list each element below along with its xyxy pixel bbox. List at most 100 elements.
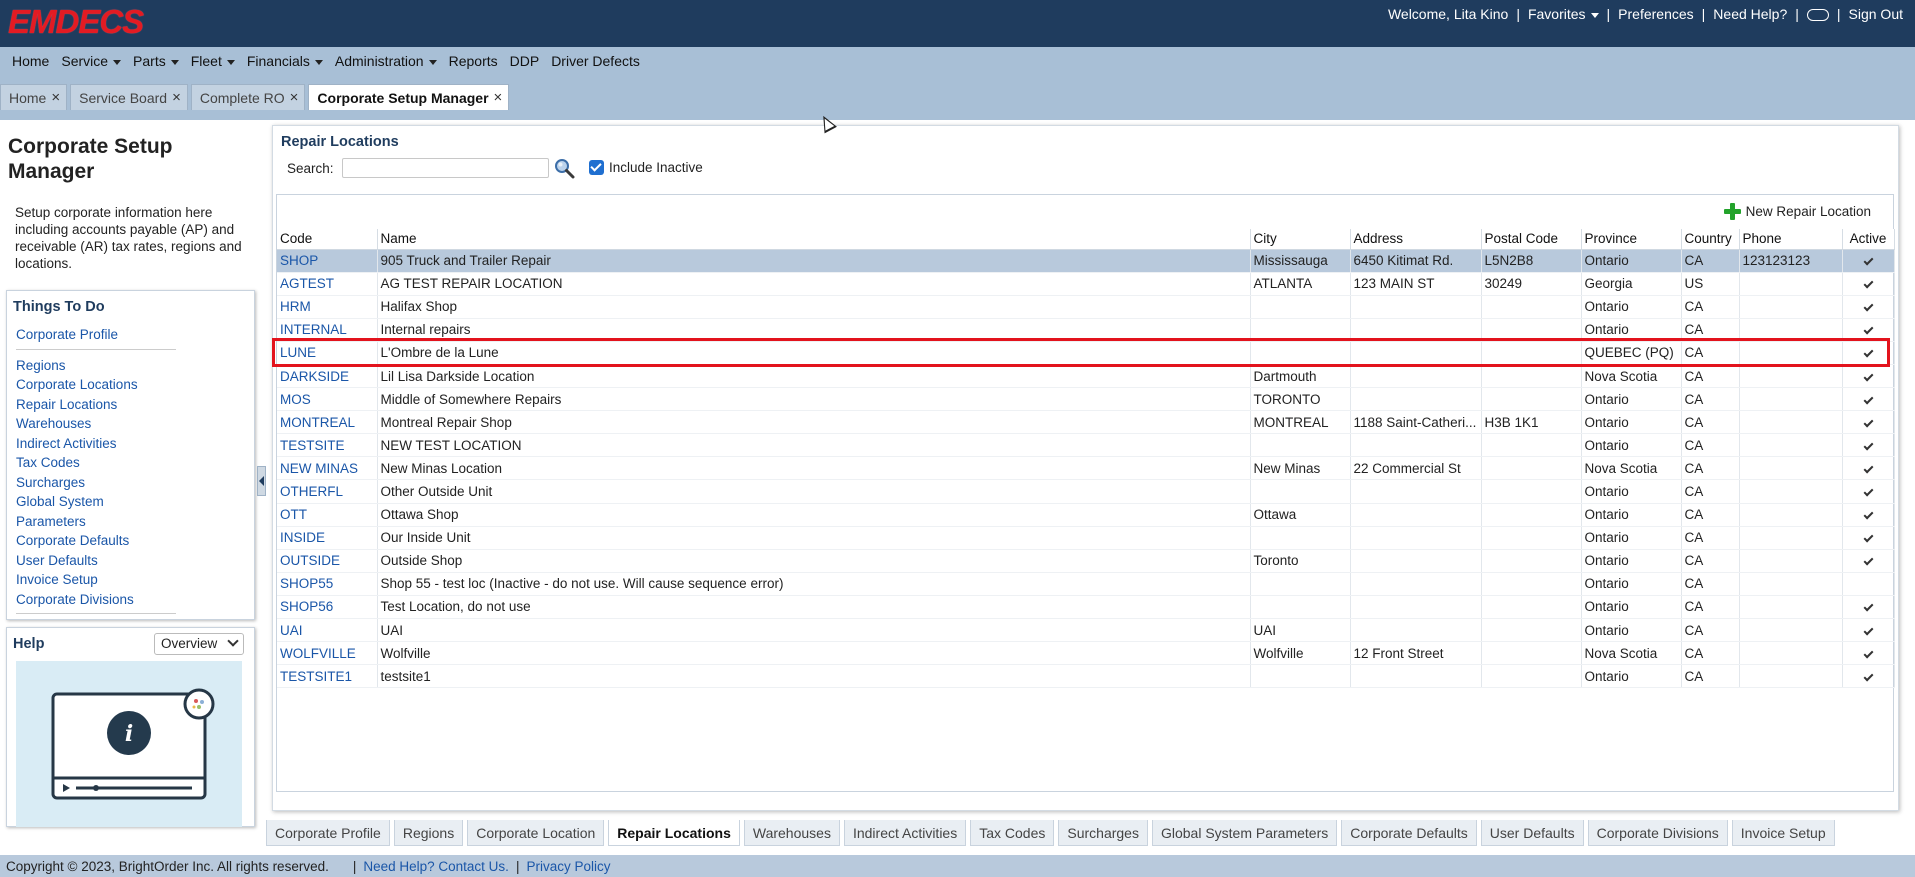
cell-code[interactable]: INTERNAL: [277, 318, 378, 342]
page-tab-complete-ro[interactable]: Complete RO ×: [190, 84, 306, 110]
todo-link[interactable]: Warehouses: [16, 414, 176, 434]
table-row[interactable]: INTERNAL Internal repairs Ontario CA: [277, 318, 1895, 342]
menu-driver-defects[interactable]: Driver Defects: [545, 53, 646, 69]
close-icon[interactable]: ×: [290, 89, 299, 106]
cell-code[interactable]: TESTSITE: [277, 433, 378, 458]
search-button[interactable]: [553, 157, 575, 179]
table-row[interactable]: WOLFVILLE Wolfville Wolfville 12 Front Stre…: [277, 641, 1895, 666]
preferences-link[interactable]: Preferences: [1612, 6, 1699, 22]
todo-link[interactable]: Repair Locations: [16, 395, 176, 415]
bottom-tab[interactable]: Invoice Setup: [1731, 820, 1835, 846]
column-header-phone[interactable]: Phone: [1739, 229, 1843, 250]
cell-code[interactable]: INSIDE: [277, 526, 378, 550]
cell-code[interactable]: DARKSIDE: [277, 364, 378, 389]
column-header-province[interactable]: Province: [1581, 229, 1682, 250]
close-icon[interactable]: ×: [172, 89, 181, 106]
table-row[interactable]: OTT Ottawa Shop Ottawa Ontario CA: [277, 503, 1895, 527]
cell-code[interactable]: WOLFVILLE: [277, 641, 378, 666]
table-row[interactable]: SHOP 905 Truck and Trailer Repair Mississa…: [277, 249, 1895, 273]
cell-code[interactable]: AGTEST: [277, 272, 378, 296]
menu-administration[interactable]: Administration: [329, 53, 443, 69]
column-header-postal-code[interactable]: Postal Code: [1481, 229, 1582, 250]
menu-home[interactable]: Home: [6, 53, 55, 69]
privacy-policy-link[interactable]: Privacy Policy: [526, 859, 610, 874]
page-tab-corporate-setup-manager[interactable]: Corporate Setup Manager ×: [308, 84, 510, 110]
table-row[interactable]: OTHERFL Other Outside Unit Ontario CA: [277, 479, 1895, 504]
table-row[interactable]: MONTREAL Montreal Repair Shop MONTREAL 1188…: [277, 410, 1895, 435]
sign-out-link[interactable]: Sign Out: [1843, 6, 1909, 22]
bottom-tab[interactable]: Corporate Profile: [266, 820, 390, 846]
cell-code[interactable]: MONTREAL: [277, 410, 378, 435]
todo-link[interactable]: Tax Codes: [16, 453, 176, 473]
menu-fleet[interactable]: Fleet: [185, 53, 241, 69]
emdecs-logo[interactable]: EMDECS: [8, 3, 144, 40]
table-row[interactable]: TESTSITE1 testsite1 Ontario CA: [277, 664, 1895, 689]
menu-service[interactable]: Service: [55, 53, 127, 69]
column-header-city[interactable]: City: [1250, 229, 1351, 250]
search-input[interactable]: [342, 158, 549, 178]
help-video-thumbnail[interactable]: i: [16, 661, 242, 827]
bottom-tab[interactable]: Corporate Location: [467, 820, 605, 846]
bottom-tab[interactable]: Warehouses: [743, 820, 840, 846]
cell-code[interactable]: SHOP56: [277, 595, 378, 620]
todo-link-corporate-profile[interactable]: Corporate Profile: [16, 325, 176, 345]
todo-link[interactable]: Corporate Divisions: [16, 590, 176, 610]
column-header-name[interactable]: Name: [377, 229, 1251, 250]
todo-link[interactable]: User Defaults: [16, 551, 176, 571]
bottom-tab[interactable]: Corporate Divisions: [1587, 820, 1728, 846]
todo-link[interactable]: Regions: [16, 356, 176, 376]
table-row[interactable]: UAI UAI UAI Ontario CA: [277, 618, 1895, 643]
table-row[interactable]: LUNE L'Ombre de la Lune QUEBEC (PQ) CA: [277, 341, 1895, 365]
table-row[interactable]: INSIDE Our Inside Unit Ontario CA: [277, 526, 1895, 550]
todo-link[interactable]: Invoice Setup: [16, 570, 176, 590]
table-row[interactable]: SHOP55 Shop 55 - test loc (Inactive - do …: [277, 572, 1895, 596]
table-row[interactable]: NEW MINAS New Minas Location New Minas 22 C…: [277, 456, 1895, 481]
collapse-panel-handle[interactable]: [257, 466, 266, 496]
new-repair-location-button[interactable]: New Repair Location: [1723, 203, 1871, 220]
cell-code[interactable]: SHOP55: [277, 572, 378, 596]
table-row[interactable]: AGTEST AG TEST REPAIR LOCATION ATLANTA 123 …: [277, 272, 1895, 296]
bottom-tab[interactable]: User Defaults: [1480, 820, 1584, 846]
todo-link[interactable]: Indirect Activities: [16, 434, 176, 454]
cell-code[interactable]: TESTSITE1: [277, 664, 378, 689]
bottom-tab[interactable]: Tax Codes: [970, 820, 1055, 846]
menu-parts[interactable]: Parts: [127, 53, 185, 69]
include-inactive-checkbox[interactable]: [589, 160, 604, 175]
menu-ddp[interactable]: DDP: [504, 53, 546, 69]
bottom-tab[interactable]: Indirect Activities: [843, 820, 967, 846]
chat-button[interactable]: [1801, 6, 1835, 22]
cell-code[interactable]: OTT: [277, 503, 378, 527]
column-header-active[interactable]: Active: [1842, 229, 1895, 250]
cell-code[interactable]: NEW MINAS: [277, 456, 378, 481]
table-row[interactable]: SHOP56 Test Location, do not use Ontario CA: [277, 595, 1895, 620]
cell-code[interactable]: UAI: [277, 618, 378, 643]
cell-code[interactable]: SHOP: [277, 249, 378, 273]
todo-link[interactable]: Corporate Defaults: [16, 531, 176, 551]
help-topic-select[interactable]: Overview: [154, 633, 244, 655]
favorites-menu[interactable]: Favorites: [1522, 6, 1605, 22]
page-tab-service-board[interactable]: Service Board ×: [70, 84, 188, 110]
column-header-code[interactable]: Code: [277, 229, 378, 250]
table-row[interactable]: TESTSITE NEW TEST LOCATION Ontario CA: [277, 433, 1895, 458]
bottom-tab[interactable]: Global System Parameters: [1151, 820, 1338, 846]
cell-code[interactable]: HRM: [277, 295, 378, 319]
table-row[interactable]: HRM Halifax Shop Ontario CA: [277, 295, 1895, 319]
bottom-tab[interactable]: Regions: [393, 820, 464, 846]
bottom-tab[interactable]: Surcharges: [1058, 820, 1148, 846]
bottom-tab[interactable]: Repair Locations: [608, 820, 740, 846]
table-row[interactable]: MOS Middle of Somewhere Repairs TORONTO Ont…: [277, 387, 1895, 412]
column-header-country[interactable]: Country: [1681, 229, 1740, 250]
close-icon[interactable]: ×: [494, 89, 503, 106]
todo-link[interactable]: Corporate Locations: [16, 375, 176, 395]
table-row[interactable]: DARKSIDE Lil Lisa Darkside Location Dartmo…: [277, 364, 1895, 389]
contact-us-link[interactable]: Need Help? Contact Us.: [363, 859, 509, 874]
column-header-address[interactable]: Address: [1350, 229, 1482, 250]
bottom-tab[interactable]: Corporate Defaults: [1341, 820, 1477, 846]
menu-financials[interactable]: Financials: [241, 53, 329, 69]
close-icon[interactable]: ×: [51, 89, 60, 106]
cell-code[interactable]: OUTSIDE: [277, 549, 378, 573]
cell-code[interactable]: OTHERFL: [277, 479, 378, 504]
todo-link[interactable]: Global System Parameters: [16, 492, 176, 531]
table-row[interactable]: OUTSIDE Outside Shop Toronto Ontario CA: [277, 549, 1895, 573]
need-help-link[interactable]: Need Help?: [1707, 6, 1793, 22]
